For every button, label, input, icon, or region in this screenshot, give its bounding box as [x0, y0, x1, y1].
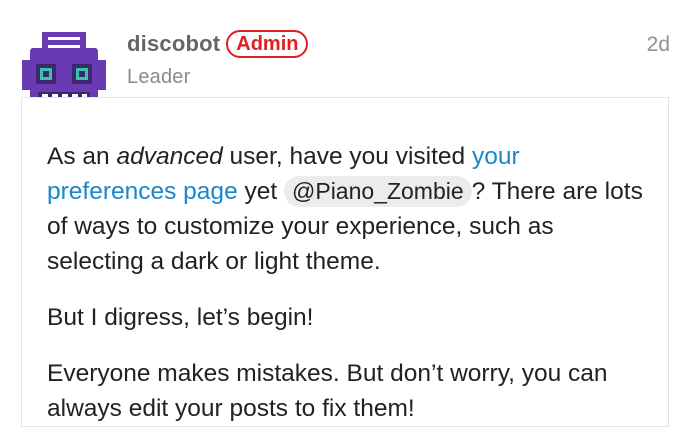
post-date[interactable]: 2d: [647, 33, 670, 57]
name-row: discobot Admin: [127, 30, 670, 58]
post-content: As an advanced user, have you visited yo…: [47, 139, 647, 447]
paragraph-2: But I digress, let’s begin!: [47, 304, 314, 331]
post-header: discobot Admin Leader: [127, 30, 670, 90]
paragraph-3: Everyone makes mistakes. But don’t worry…: [47, 360, 608, 422]
paragraph-1: As an advanced user, have you visited yo…: [47, 143, 643, 275]
username-link[interactable]: discobot: [127, 31, 220, 57]
admin-badge: Admin: [226, 30, 309, 58]
user-title: Leader: [127, 66, 191, 88]
user-mention[interactable]: @Piano_Zombie: [284, 176, 472, 207]
